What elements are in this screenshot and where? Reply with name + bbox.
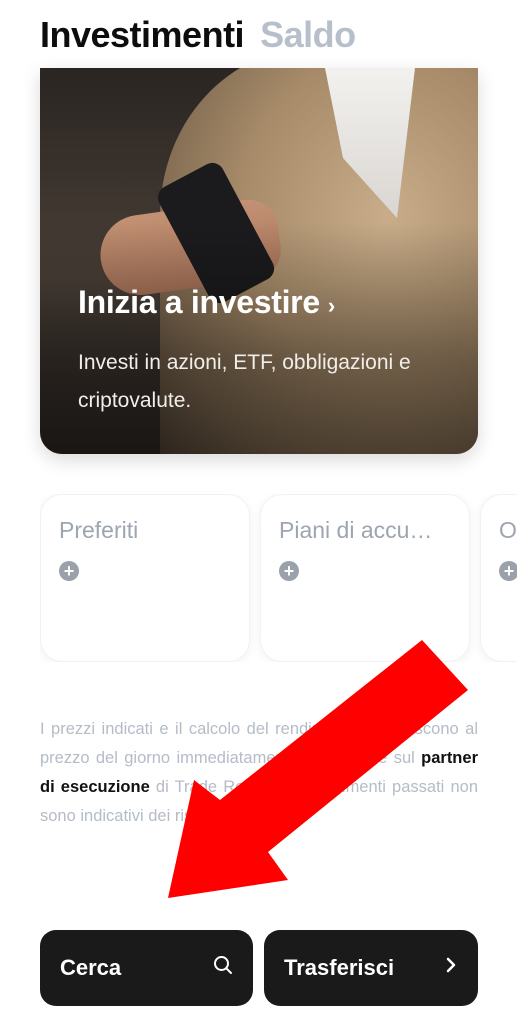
transfer-button[interactable]: Trasferisci xyxy=(264,930,478,1006)
tab-saldo[interactable]: Saldo xyxy=(260,14,356,56)
chevron-right-icon: › xyxy=(327,293,335,318)
plus-icon[interactable]: + xyxy=(499,561,517,581)
hero-title: Inizia a investire › xyxy=(78,284,335,321)
hero-subtitle: Investi in azioni, ETF, obbligazioni e c… xyxy=(78,351,411,412)
plus-icon[interactable]: + xyxy=(59,561,79,581)
transfer-button-label: Trasferisci xyxy=(284,955,395,980)
card-title: Piani di accu… xyxy=(279,517,433,543)
search-button[interactable]: Cerca xyxy=(40,930,253,1006)
chevron-right-icon xyxy=(444,955,458,981)
search-icon xyxy=(213,955,233,981)
header-tabs: Investimenti Saldo xyxy=(40,14,356,56)
plus-icon[interactable]: + xyxy=(279,561,299,581)
annotation-arrow-icon xyxy=(168,640,468,898)
tab-investimenti[interactable]: Investimenti xyxy=(40,14,245,56)
card-partial[interactable]: O + xyxy=(480,494,517,662)
card-title: Preferiti xyxy=(59,517,139,543)
hero-title-text: Inizia a investire xyxy=(78,284,320,320)
card-title: O xyxy=(499,517,517,543)
start-investing-banner[interactable]: Inizia a investire › Investi in azioni, E… xyxy=(40,68,478,454)
search-button-label: Cerca xyxy=(60,955,122,980)
